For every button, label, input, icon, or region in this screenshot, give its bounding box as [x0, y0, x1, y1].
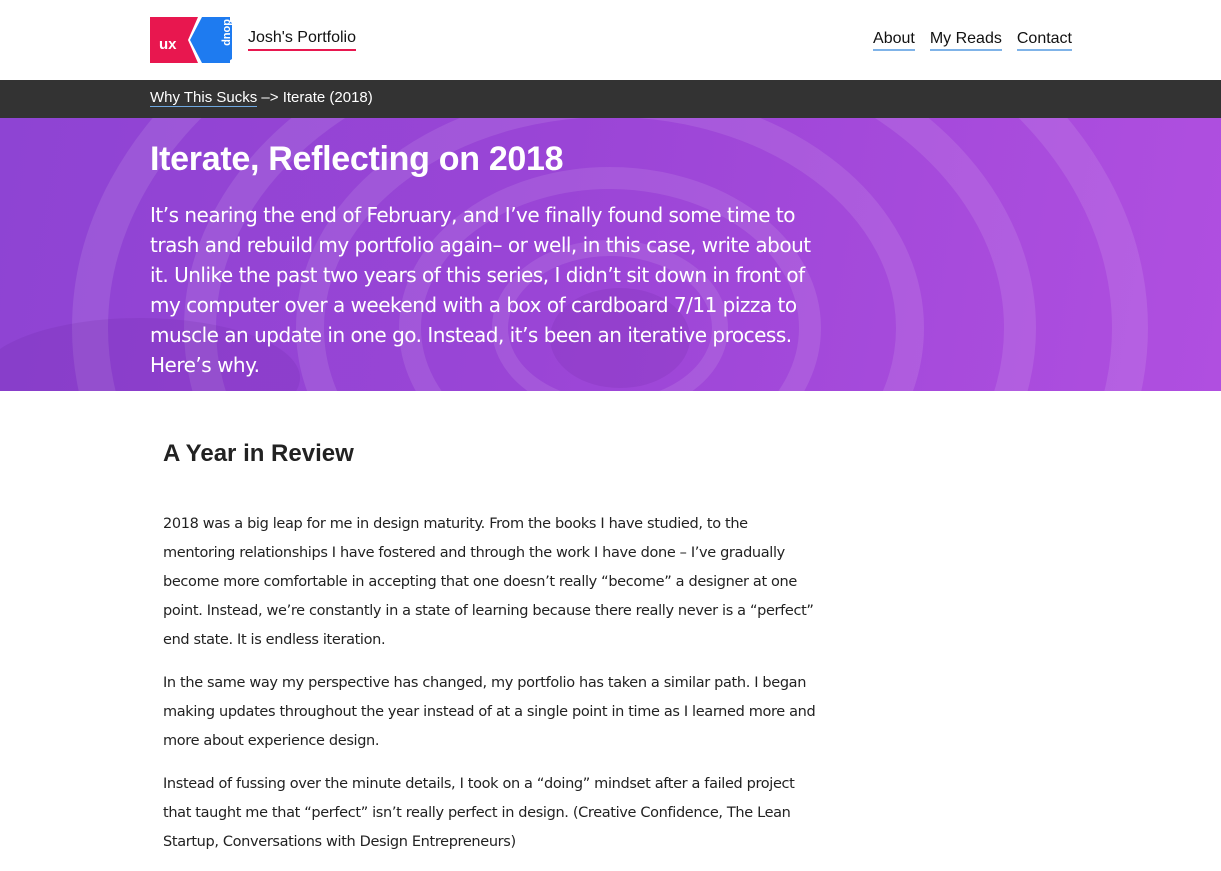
nav-my-reads[interactable]: My Reads — [929, 30, 1002, 51]
breadcrumb: Why This Sucks –> Iterate (2018) — [150, 89, 373, 107]
breadcrumb-parent-link[interactable]: Why This Sucks — [150, 89, 258, 107]
site-logo[interactable]: ux doup — [150, 15, 236, 65]
article-paragraph: Instead of fussing over the minute detai… — [163, 776, 795, 850]
hero-banner: Iterate, Reflecting on 2018 It’s nearing… — [0, 118, 1221, 391]
section-heading: A Year in Review — [163, 440, 354, 467]
logo-vertical-text: doup — [221, 19, 233, 46]
breadcrumb-bar: Why This Sucks –> Iterate (2018) — [0, 80, 1221, 118]
article-body: A Year in Review 2018 was a big leap for… — [163, 440, 823, 871]
hero-intro-text: It’s nearing the end of February, and I’… — [150, 203, 811, 377]
nav-about[interactable]: About — [873, 30, 915, 51]
article-paragraph: In the same way my perspective has chang… — [163, 675, 816, 749]
page-title: Iterate, Reflecting on 2018 — [150, 140, 564, 178]
nav-contact[interactable]: Contact — [1016, 30, 1072, 51]
article-paragraph: 2018 was a big leap for me in design mat… — [163, 516, 814, 648]
site-header: ux doup Josh's Portfolio About My Reads … — [0, 0, 1221, 80]
main-nav: About My Reads Contact — [873, 30, 1072, 51]
logo-mark: ux doup — [150, 17, 233, 63]
site-title-link[interactable]: Josh's Portfolio — [248, 29, 356, 51]
breadcrumb-separator: –> — [261, 89, 279, 106]
logo-text: ux — [159, 36, 177, 53]
breadcrumb-current: Iterate (2018) — [282, 89, 373, 106]
